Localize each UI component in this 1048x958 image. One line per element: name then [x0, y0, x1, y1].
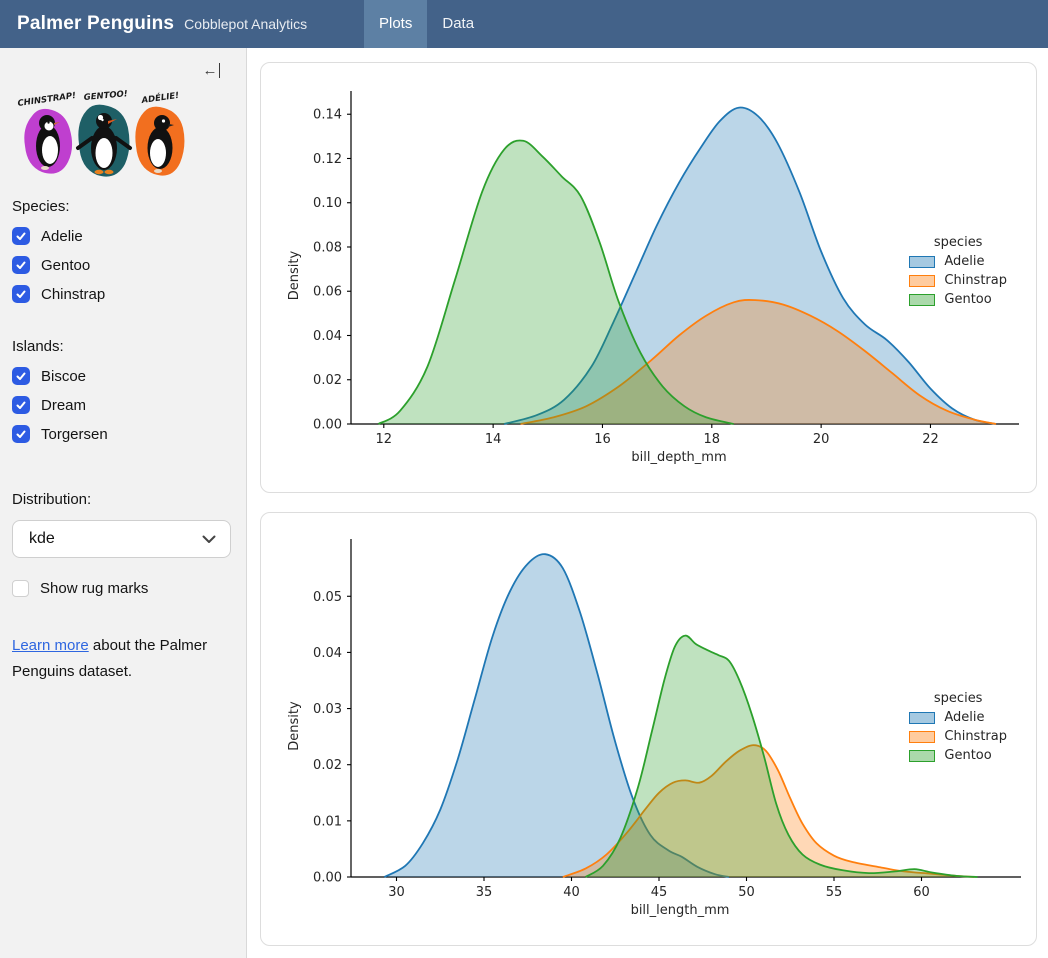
- legend-item-gentoo: Gentoo: [909, 748, 1007, 763]
- x-tick-label: 35: [476, 885, 493, 900]
- x-tick-label: 12: [376, 432, 393, 447]
- app-root: Palmer Penguins Cobblepot Analytics Plot…: [0, 0, 1048, 958]
- legend-item-chinstrap: Chinstrap: [909, 729, 1007, 744]
- main-panel: 12 14 16 18 20 22 0.00 0.02 0.04 0.06 0.08 0.10 0.12…: [247, 48, 1048, 958]
- legend-swatch-gentoo: [909, 750, 935, 762]
- y-tick-label: 0.12: [313, 152, 342, 167]
- x-tick-label: 20: [813, 432, 830, 447]
- x-tick-label: 45: [651, 885, 668, 900]
- legend-label: Adelie: [944, 710, 984, 725]
- distribution-group: Distribution: kde: [12, 491, 232, 558]
- checkbox-checked-icon: [12, 256, 30, 274]
- legend-label: Gentoo: [944, 748, 991, 763]
- tab-data[interactable]: Data: [427, 0, 489, 48]
- checkbox-species-gentoo[interactable]: Gentoo: [12, 256, 232, 274]
- checkbox-island-torgersen[interactable]: Torgersen: [12, 425, 232, 443]
- legend-title: species: [909, 235, 1007, 250]
- x-tick-label: 14: [485, 432, 502, 447]
- distribution-select[interactable]: kde: [12, 520, 231, 558]
- bill-length-chart-card: 30 35 40 45 50 55 60 0.00 0.01 0.02 0.03 0.04 0.05 bi…: [260, 512, 1037, 946]
- y-tick-label: 0.04: [313, 646, 342, 661]
- distribution-selected-value: kde: [29, 530, 55, 548]
- bill-depth-legend: species Adelie Chinstrap Gentoo: [909, 235, 1007, 311]
- collapse-arrow-icon: ←: [203, 63, 218, 78]
- legend-swatch-adelie: [909, 256, 935, 268]
- chevron-down-icon: [202, 535, 216, 544]
- islands-group-label: Islands:: [12, 338, 232, 355]
- x-tick-label: 55: [826, 885, 843, 900]
- x-axis-label: bill_length_mm: [631, 903, 730, 918]
- legend-label: Adelie: [944, 254, 984, 269]
- legend-item-gentoo: Gentoo: [909, 292, 1007, 307]
- y-tick-label: 0.06: [313, 285, 342, 300]
- x-tick-label: 22: [922, 432, 939, 447]
- artwork-label-gentoo: GENTOO!: [83, 89, 128, 103]
- y-tick-label: 0.08: [313, 240, 342, 255]
- nav-tabs: Plots Data: [364, 0, 489, 48]
- y-tick-label: 0.02: [313, 758, 342, 773]
- legend-label: Chinstrap: [944, 273, 1007, 288]
- checkbox-show-rug-marks[interactable]: Show rug marks: [12, 580, 232, 597]
- tab-plots[interactable]: Plots: [364, 0, 427, 48]
- artwork-label-chinstrap: CHINSTRAP!: [17, 91, 77, 109]
- legend-swatch-chinstrap: [909, 275, 935, 287]
- species-group-label: Species:: [12, 198, 232, 215]
- checkbox-island-dream[interactable]: Dream: [12, 396, 232, 414]
- checkbox-checked-icon: [12, 396, 30, 414]
- x-tick-label: 60: [913, 885, 930, 900]
- y-tick-label: 0.04: [313, 329, 342, 344]
- y-tick-label: 0.01: [313, 814, 342, 829]
- checkbox-species-chinstrap[interactable]: Chinstrap: [12, 285, 232, 303]
- checkbox-species-adelie[interactable]: Adelie: [12, 227, 232, 245]
- x-tick-label: 40: [563, 885, 580, 900]
- brand: Palmer Penguins Cobblepot Analytics: [0, 13, 307, 35]
- x-tick-label: 30: [388, 885, 405, 900]
- collapse-bar-icon: [219, 63, 221, 78]
- y-tick-label: 0.03: [313, 702, 342, 717]
- bill-length-legend: species Adelie Chinstrap Gentoo: [909, 691, 1007, 767]
- legend-item-adelie: Adelie: [909, 254, 1007, 269]
- y-axis-label: Density: [287, 701, 302, 751]
- legend-item-chinstrap: Chinstrap: [909, 273, 1007, 288]
- legend-label: Gentoo: [944, 292, 991, 307]
- sidebar-footer-text: Learn more about the Palmer Penguins dat…: [12, 633, 232, 684]
- y-axis-label: Density: [287, 250, 302, 300]
- y-tick-label: 0.02: [313, 373, 342, 388]
- bill-depth-chart-card: 12 14 16 18 20 22 0.00 0.02 0.04 0.06 0.08 0.10 0.12…: [260, 62, 1037, 493]
- islands-filter-group: Islands: Biscoe Dream Torgersen: [12, 338, 232, 443]
- legend-title: species: [909, 691, 1007, 706]
- sidebar: ←: [0, 48, 247, 958]
- x-axis-label: bill_depth_mm: [631, 450, 726, 465]
- checkbox-unchecked-icon: [12, 580, 29, 597]
- y-tick-label: 0.00: [313, 418, 342, 433]
- checkbox-island-biscoe[interactable]: Biscoe: [12, 367, 232, 385]
- checkbox-checked-icon: [12, 285, 30, 303]
- legend-swatch-adelie: [909, 712, 935, 724]
- checkbox-checked-icon: [12, 227, 30, 245]
- legend-item-adelie: Adelie: [909, 710, 1007, 725]
- sidebar-collapse-button[interactable]: ←: [203, 63, 221, 78]
- x-tick-label: 18: [704, 432, 721, 447]
- distribution-label: Distribution:: [12, 491, 232, 508]
- app-subtitle: Cobblepot Analytics: [184, 16, 307, 32]
- penguins-artwork-image: CHINSTRAP! GENTOO! ADÉLIE!: [12, 88, 188, 180]
- app-title: Palmer Penguins: [17, 13, 174, 35]
- x-tick-label: 50: [738, 885, 755, 900]
- legend-swatch-chinstrap: [909, 731, 935, 743]
- legend-label: Chinstrap: [944, 729, 1007, 744]
- y-tick-label: 0.10: [313, 196, 342, 211]
- legend-swatch-gentoo: [909, 294, 935, 306]
- y-tick-label: 0.00: [313, 871, 342, 886]
- species-filter-group: Species: Adelie Gentoo Chinstrap: [12, 198, 232, 303]
- y-tick-label: 0.14: [313, 108, 342, 123]
- checkbox-checked-icon: [12, 425, 30, 443]
- x-tick-label: 16: [594, 432, 611, 447]
- artwork-label-adelie: ADÉLIE!: [140, 89, 180, 106]
- checkbox-checked-icon: [12, 367, 30, 385]
- y-tick-label: 0.05: [313, 590, 342, 605]
- learn-more-link[interactable]: Learn more: [12, 637, 89, 654]
- navbar: Palmer Penguins Cobblepot Analytics Plot…: [0, 0, 1048, 48]
